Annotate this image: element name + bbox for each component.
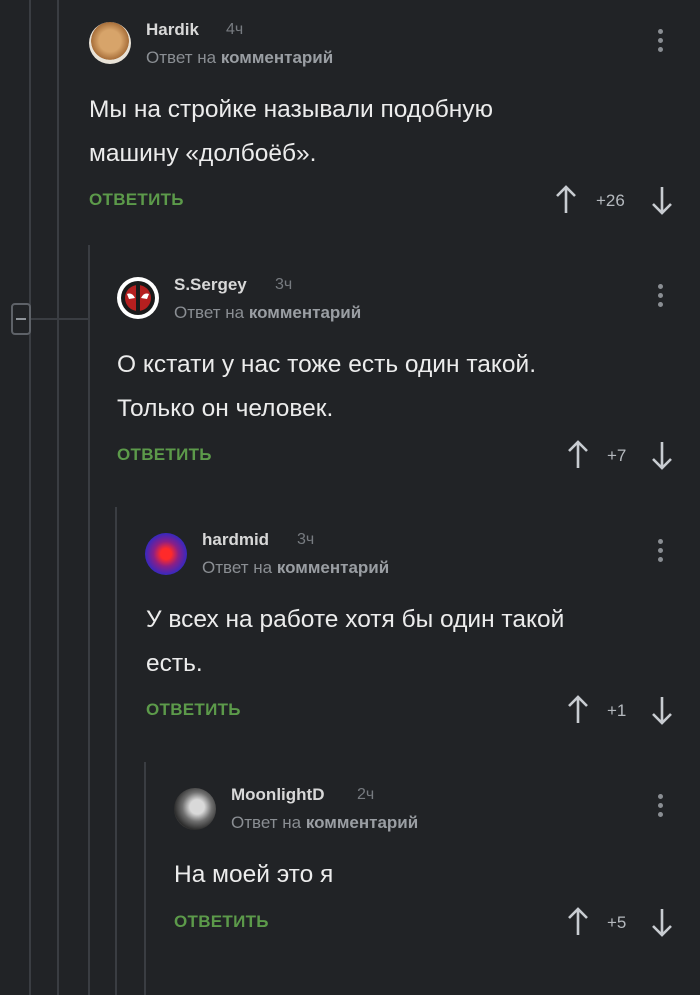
reply-target-link[interactable]: комментарий — [221, 48, 333, 67]
comment-text-line: Только он человек. — [117, 395, 334, 422]
comment-text-line: есть. — [146, 650, 203, 677]
reply-prefix: Ответ на — [174, 303, 245, 322]
thread-connector — [31, 318, 88, 320]
more-options-icon[interactable] — [658, 794, 664, 820]
comment-text: О кстати у нас тоже есть один такой. Тол… — [117, 343, 536, 431]
deadpool-avatar[interactable] — [117, 277, 159, 319]
comment-time: 4ч — [226, 21, 244, 38]
comment-text: Мы на стройке называли подобную машину «… — [89, 88, 493, 176]
comment-text-line: У всех на работе хотя бы один такой — [146, 606, 565, 633]
reply-button[interactable]: ОТВЕТИТЬ — [146, 700, 241, 720]
comment-text: На моей это я — [174, 853, 333, 897]
reply-button[interactable]: ОТВЕТИТЬ — [174, 912, 269, 932]
upvote-arrow-icon[interactable] — [566, 907, 590, 937]
reply-target-link[interactable]: комментарий — [249, 303, 361, 322]
thread-line — [88, 245, 90, 995]
dog-avatar[interactable] — [89, 22, 131, 64]
comment-time: 3ч — [275, 276, 293, 293]
comment-time: 2ч — [357, 786, 375, 803]
downvote-arrow-icon[interactable] — [650, 440, 674, 470]
upvote-arrow-icon[interactable] — [566, 440, 590, 470]
rating-value: +7 — [607, 446, 627, 465]
comment-text-line: машину «долбоёб». — [89, 140, 317, 167]
more-options-icon[interactable] — [658, 29, 664, 55]
rating-value: +5 — [607, 913, 627, 932]
reply-button[interactable]: ОТВЕТИТЬ — [117, 445, 212, 465]
reply-to-info: Ответ на комментарий — [231, 813, 418, 833]
rating-value: +1 — [607, 701, 627, 720]
comment-text-line: На моей это я — [174, 861, 334, 888]
comment-text-line: О кстати у нас тоже есть один такой. — [117, 351, 537, 378]
reply-prefix: Ответ на — [146, 48, 217, 67]
reply-to-info: Ответ на комментарий — [146, 48, 333, 68]
comment-username[interactable]: Hardik — [146, 20, 199, 40]
comment-text: У всех на работе хотя бы один такой есть… — [146, 598, 564, 686]
comment-time: 3ч — [297, 531, 315, 548]
portrait-avatar[interactable] — [174, 788, 216, 830]
thread-line — [115, 507, 117, 995]
more-options-icon[interactable] — [658, 539, 664, 565]
downvote-arrow-icon[interactable] — [650, 695, 674, 725]
reply-to-info: Ответ на комментарий — [174, 303, 361, 323]
thread-line — [29, 0, 31, 995]
downvote-arrow-icon[interactable] — [650, 185, 674, 215]
upvote-arrow-icon[interactable] — [566, 695, 590, 725]
collapse-thread-button[interactable] — [11, 303, 31, 335]
more-options-icon[interactable] — [658, 284, 664, 310]
comment-text-line: Мы на стройке называли подобную — [89, 96, 493, 123]
gradient-orb-avatar[interactable] — [145, 533, 187, 575]
upvote-arrow-icon[interactable] — [554, 185, 578, 215]
reply-target-link[interactable]: комментарий — [277, 558, 389, 577]
reply-prefix: Ответ на — [202, 558, 273, 577]
comment-username[interactable]: MoonlightD — [231, 785, 324, 805]
reply-target-link[interactable]: комментарий — [306, 813, 418, 832]
reply-button[interactable]: ОТВЕТИТЬ — [89, 190, 184, 210]
comment-username[interactable]: S.Sergey — [174, 275, 247, 295]
rating-value: +26 — [596, 191, 625, 210]
comment-username[interactable]: hardmid — [202, 530, 269, 550]
thread-line — [144, 762, 146, 995]
reply-prefix: Ответ на — [231, 813, 302, 832]
reply-to-info: Ответ на комментарий — [202, 558, 389, 578]
downvote-arrow-icon[interactable] — [650, 907, 674, 937]
